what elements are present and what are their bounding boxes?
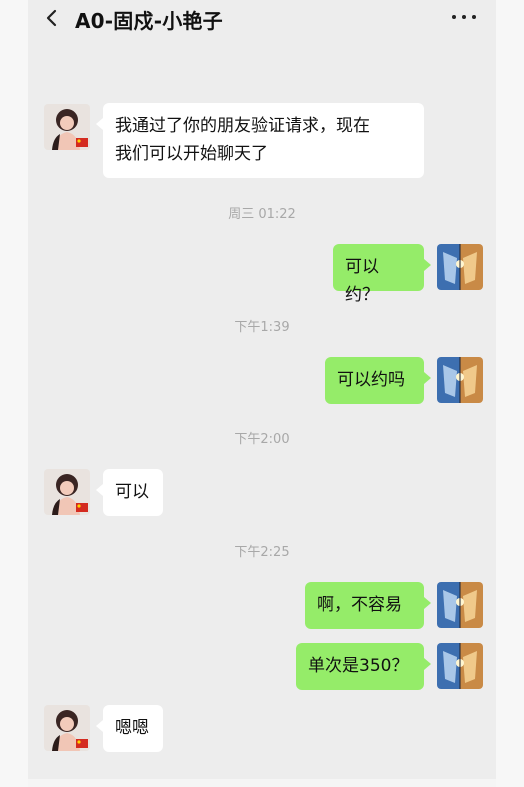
input-bar-edge <box>28 779 496 787</box>
message-text-line: 我通过了你的朋友验证请求，现在 <box>115 116 370 136</box>
message-bubble-incoming[interactable]: 嗯嗯 <box>96 705 163 752</box>
message-bubble-outgoing[interactable]: 单次是350？ <box>296 643 431 690</box>
timestamp: 下午2:25 <box>234 545 290 560</box>
contact-avatar[interactable] <box>44 469 90 515</box>
chat-header: A0-固戍-小艳子 <box>28 0 496 34</box>
message-bubble-outgoing[interactable]: 啊，不容易 <box>305 582 431 629</box>
more-dots-icon[interactable] <box>452 7 476 27</box>
back-arrow-icon[interactable] <box>40 6 64 30</box>
message-bubble-outgoing[interactable]: 可以约？ <box>333 244 431 305</box>
my-avatar[interactable] <box>437 244 483 290</box>
message-bubble-incoming[interactable]: 可以 <box>96 469 163 516</box>
contact-avatar[interactable] <box>44 705 90 751</box>
chat-title: A0-固戍-小艳子 <box>75 9 223 33</box>
message-bubble-incoming[interactable]: 我通过了你的朋友验证请求，现在 我们可以开始聊天了 <box>96 103 424 178</box>
timestamp: 周三 01:22 <box>228 207 296 222</box>
message-bubble-outgoing[interactable]: 可以约吗 <box>325 357 431 404</box>
timestamp: 下午1:39 <box>234 320 290 335</box>
timestamp: 下午2:00 <box>234 432 290 447</box>
right-margin <box>496 0 524 787</box>
message-text-line: 我们可以开始聊天了 <box>115 144 268 164</box>
my-avatar[interactable] <box>437 357 483 403</box>
left-margin <box>0 0 28 787</box>
my-avatar[interactable] <box>437 582 483 628</box>
my-avatar[interactable] <box>437 643 483 689</box>
contact-avatar[interactable] <box>44 104 90 150</box>
chat-window: A0-固戍-小艳子 我通过了你的朋友验证请求，现在 我们可以开始聊天了 周三 0… <box>28 0 496 787</box>
